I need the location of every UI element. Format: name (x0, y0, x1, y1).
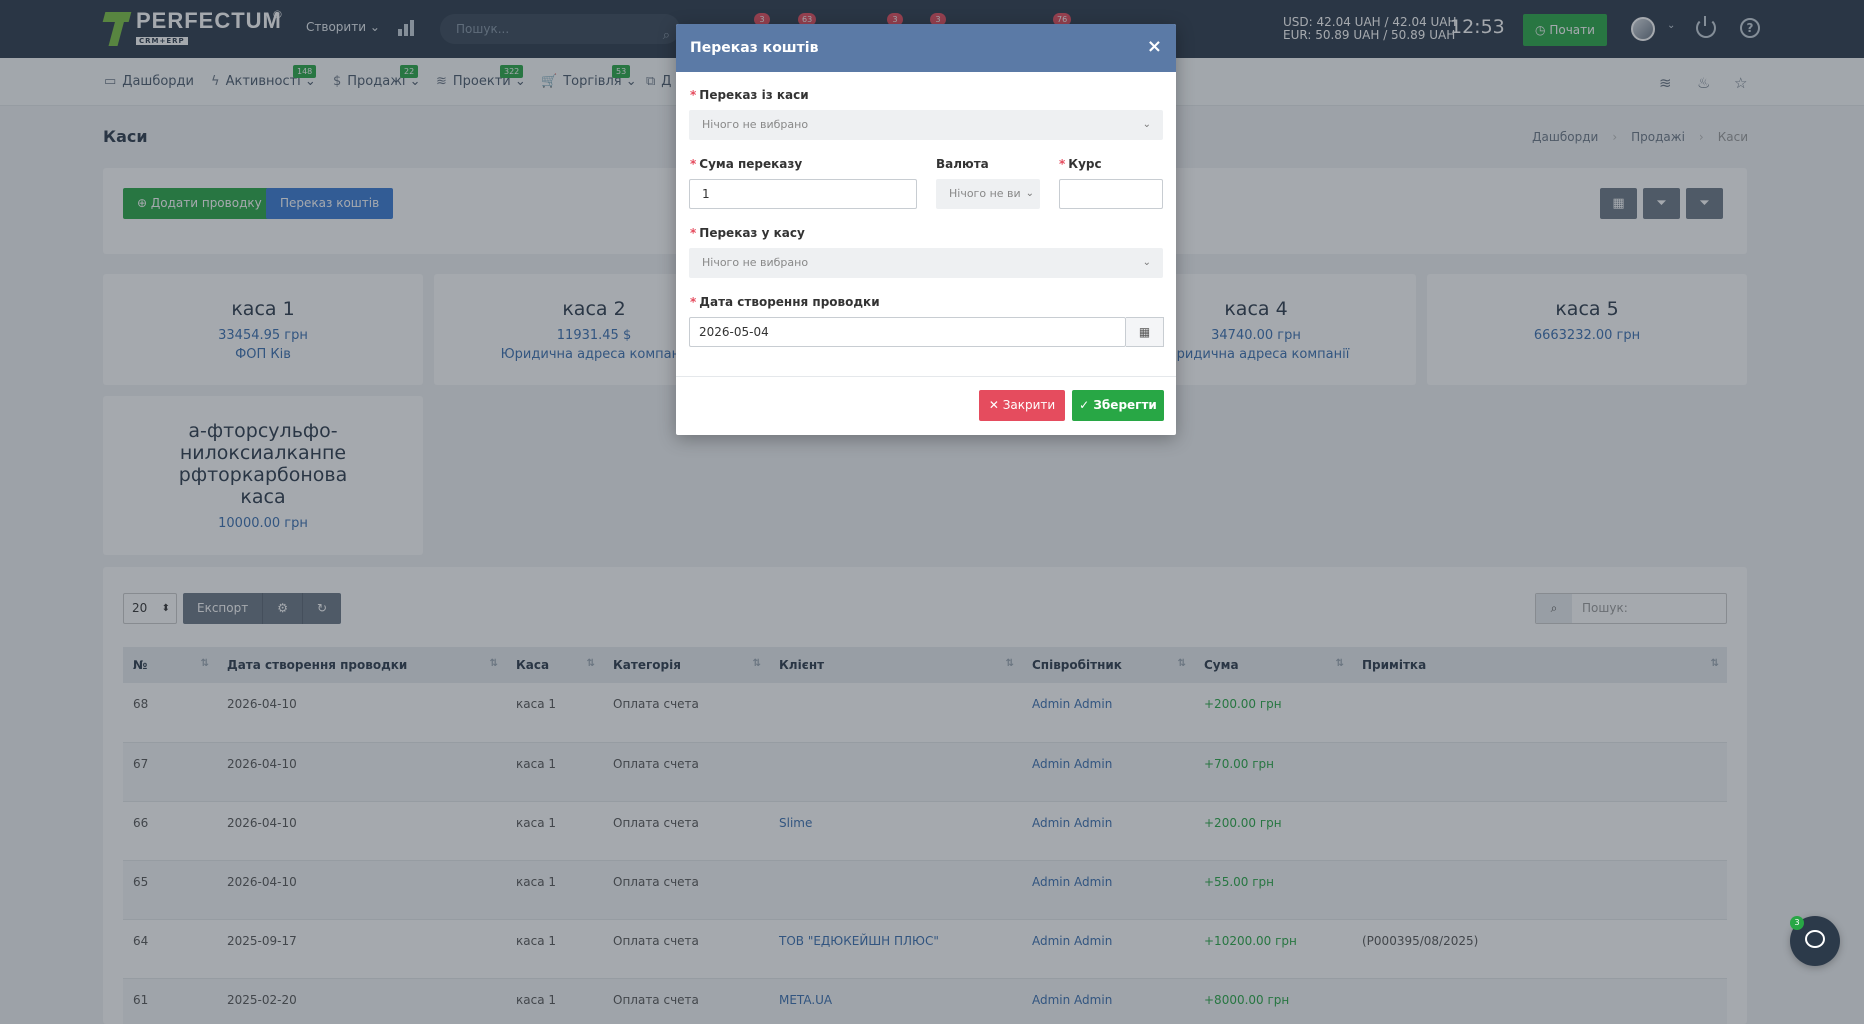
required-mark: * (690, 88, 697, 102)
chat-badge: 3 (1790, 916, 1804, 930)
check-icon: ✓ (1079, 398, 1094, 412)
currency-label: Валюта (936, 157, 989, 171)
close-icon: ✕ (988, 398, 1003, 412)
modal-header: Переказ коштів × (676, 24, 1176, 72)
chevron-down-icon: ⌄ (1142, 119, 1151, 130)
close-button[interactable]: ✕ Закрити (979, 390, 1065, 421)
date-picker-button[interactable]: ▦ (1126, 317, 1164, 347)
to-cash-value: Нічого не вибрано (702, 256, 809, 269)
save-button[interactable]: ✓ Зберегти (1072, 390, 1164, 421)
to-cash-label: * Переказ у касу (690, 226, 805, 240)
chevron-down-icon: ⌄ (1142, 257, 1151, 268)
chat-widget-button[interactable]: 3 (1790, 916, 1840, 966)
date-input[interactable]: 2026-05-04 (689, 317, 1126, 347)
chat-icon (1805, 930, 1825, 948)
to-cash-select[interactable]: Нічого не вибрано ⌄ (689, 248, 1163, 278)
transfer-funds-modal: Переказ коштів × * Переказ із каси Нічого… (676, 24, 1176, 435)
rate-label: * Курс (1059, 157, 1102, 171)
required-mark: * (690, 157, 697, 171)
from-cash-label: * Переказ із каси (690, 88, 809, 102)
required-mark: * (690, 226, 697, 240)
currency-select[interactable]: Нічого не ви ⌄ (936, 179, 1040, 209)
required-mark: * (690, 295, 697, 309)
rate-input[interactable] (1059, 179, 1163, 209)
amount-input[interactable]: 1 (689, 179, 917, 209)
calendar-icon: ▦ (1138, 325, 1151, 339)
currency-value: Нічого не ви (949, 187, 1021, 200)
amount-label: * Сума переказу (690, 157, 803, 171)
from-cash-select[interactable]: Нічого не вибрано ⌄ (689, 110, 1163, 140)
date-label: * Дата створення проводки (690, 295, 880, 309)
required-mark: * (1059, 157, 1066, 171)
modal-divider (676, 376, 1176, 377)
chevron-down-icon: ⌄ (1025, 188, 1034, 199)
close-icon[interactable]: × (1147, 38, 1162, 56)
modal-title: Переказ коштів (690, 40, 819, 56)
from-cash-value: Нічого не вибрано (702, 118, 809, 131)
